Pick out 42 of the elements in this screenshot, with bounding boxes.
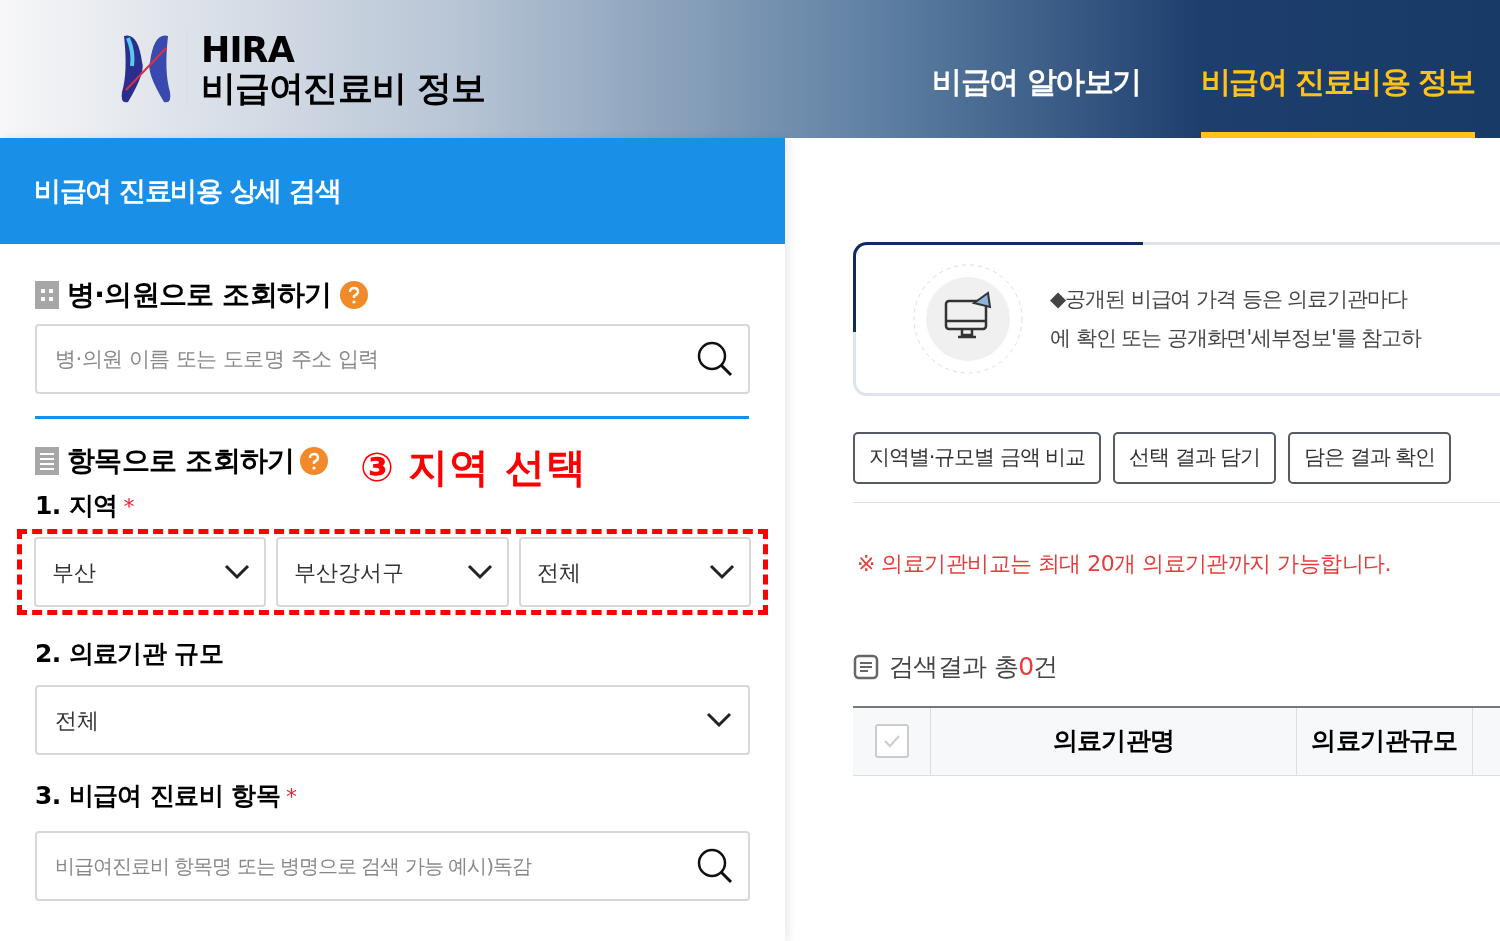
scale-select[interactable]: 전체 [35, 685, 750, 755]
result-count: 검색결과 총0건 [889, 651, 1058, 683]
required-mark: * [123, 492, 135, 521]
field-label: 1. 지역 [35, 490, 118, 523]
field-label: 3. 비급여 진료비 항목 [35, 780, 280, 813]
region-select[interactable]: 전체 [518, 537, 751, 607]
section-heading: 항목으로 조회하기 [67, 443, 295, 479]
brand-title: HIRA [201, 31, 296, 69]
brand-subtitle: 비급여진료비 정보 [201, 69, 486, 107]
action-button[interactable]: 지역별·규모별 금액 비교 [853, 432, 1102, 484]
notice-text: ◆공개된 비급여 가격 등은 의료기관마다 [1050, 285, 1409, 313]
action-button[interactable]: 선택 결과 담기 [1113, 432, 1277, 484]
help-icon[interactable] [300, 447, 329, 475]
field-label: 2. 의료기관 규모 [35, 638, 224, 671]
nav-tab[interactable]: 비급여 진료비용 정보 [1200, 0, 1475, 138]
limit-note: ※ 의료기관비교는 최대 20개 의료기관까지 가능합니다. [856, 550, 1392, 578]
chevron-down-icon [706, 712, 732, 728]
search-icon[interactable] [696, 340, 734, 378]
monitor-megaphone-icon [912, 263, 1024, 375]
chevron-down-icon [709, 564, 735, 580]
help-icon[interactable] [339, 281, 368, 309]
region-select[interactable]: 부산강서구 [276, 537, 509, 607]
chevron-down-icon [224, 564, 251, 580]
select-all-checkbox[interactable] [874, 724, 909, 758]
region-select[interactable]: 부산 [34, 537, 267, 607]
document-icon [853, 653, 879, 680]
list-icon [35, 447, 59, 475]
annotation-number: ③ [360, 447, 394, 487]
column-header: 의료기관규모 [1297, 707, 1473, 775]
search-field[interactable]: 병·의원 이름 또는 도로명 주소 입력 [35, 324, 750, 394]
search-field[interactable]: 비급여진료비 항목명 또는 병명으로 검색 가능 예시)독감 [35, 831, 750, 901]
search-icon[interactable] [696, 847, 734, 885]
required-mark: * [285, 782, 297, 811]
annotation-label: 지역 선택 [407, 447, 587, 487]
nav-tab[interactable]: 비급여 알아보기 [932, 0, 1141, 138]
notice-text: 에 확인 또는 공개화면'세부정보'를 참고하 [1050, 325, 1422, 352]
section-heading: 병·의원으로 조회하기 [67, 277, 332, 313]
building-icon [35, 281, 59, 309]
chevron-down-icon [466, 564, 493, 580]
column-header: 의료기관명 [931, 707, 1297, 775]
panel-title: 비급여 진료비용 상세 검색 [34, 173, 341, 208]
action-button[interactable]: 담은 결과 확인 [1288, 432, 1452, 484]
